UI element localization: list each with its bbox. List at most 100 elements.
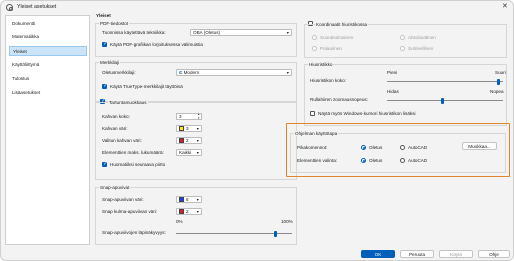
program-usage-section: Ohjelman käyttötapa Pikakomennot: Oletus… (290, 131, 506, 173)
settings-panel: Yleiset PDF-tiedostot Tuonnissa käytettä… (92, 13, 512, 247)
truetype-label: Käytä TrueType-merkkilajit täyttöinä (110, 83, 183, 89)
help-button[interactable]: Ohje (478, 250, 510, 258)
snap-line-color-value: 6 (186, 197, 189, 202)
selected-handle-color-value: 2 (186, 138, 189, 143)
zoom-speed-label: Rullahiiren zoomausnopeus: (310, 97, 368, 102)
snap-line-color-dropdown[interactable]: 6 ▼ (176, 196, 202, 203)
snap-angle-color-dropdown[interactable]: 2 ▼ (176, 208, 202, 215)
shortcuts-autocad-radio[interactable] (400, 145, 405, 150)
apply-button[interactable]: Käytä (439, 250, 473, 258)
chevron-down-icon: ▼ (195, 198, 200, 202)
speed-max-label: Nopea (490, 89, 504, 94)
chevron-down-icon: ▼ (195, 127, 200, 131)
coords-cartesian-radio[interactable] (312, 35, 317, 40)
element-limit-dropdown[interactable]: Kaikki ▼ (176, 149, 202, 156)
chevron-down-icon: ▼ (285, 71, 290, 75)
default-font-label: Oletusmerkkilaji: (102, 70, 136, 75)
pdf-cache-checkbox[interactable] (102, 41, 108, 47)
handle-color-value: 3 (186, 126, 189, 131)
sidebar-item-dokumentti[interactable]: Dokumentti (9, 19, 87, 29)
selection-autocad-radio[interactable] (400, 158, 405, 163)
snap-edit-section: Tartuntamuokkaus Kahvan koko: 3 ▲ ▼ Kahva… (95, 100, 297, 180)
coords-polar-radio[interactable] (312, 46, 317, 51)
selection-default-radio[interactable] (361, 158, 366, 163)
opacity-max-label: 100% (281, 219, 293, 224)
pdf-section: PDF-tiedostot Tuonnissa käytettävä tekni… (95, 21, 297, 57)
opacity-min-label: 0% (176, 219, 183, 224)
default-font-dropdown[interactable]: Ͼ Modern ▼ (176, 69, 292, 76)
element-limit-label: Elementtien maks. lukumäärä: (102, 150, 164, 155)
handle-size-label: Kahvan koko: (102, 114, 130, 119)
chevron-down-icon: ▼ (195, 210, 200, 214)
opacity-slider-thumb[interactable] (274, 230, 278, 237)
handle-size-spinner[interactable]: 3 ▲ ▼ (176, 113, 202, 120)
sidebar-item-tulostus[interactable]: Tulostus (9, 74, 87, 84)
snap-edit-title: Tartuntamuokkaus (108, 100, 148, 105)
cancel-button[interactable]: Peruuta (400, 250, 434, 258)
highlight-label: Huomatiiksi seuraava piirto (110, 161, 166, 167)
spinner-arrows-icon[interactable]: ▲ ▼ (197, 113, 200, 119)
coords-absolute-radio[interactable] (400, 35, 405, 40)
coords-relative-label: Suhteellinen (408, 45, 434, 51)
opacity-label: Snap-apuviivojen läpinäkyvyys: (102, 230, 166, 235)
shortcuts-default-radio[interactable] (361, 145, 366, 150)
crosshair-size-track[interactable] (387, 81, 503, 83)
ok-button[interactable]: OK (361, 250, 395, 258)
snap-aids-title: Snap-apuvivat (99, 185, 131, 190)
pdf-tech-label: Tuonnissa käytettävä tekniikka: (102, 30, 166, 35)
coords-title: Koordinaatit hiuristikossa (315, 22, 369, 27)
title-bar: Yleiset asetukset ✕ (1, 1, 513, 13)
font-section-title: Merkkilaji (99, 60, 121, 65)
chevron-down-icon: ▼ (195, 139, 200, 143)
close-icon[interactable]: ✕ (502, 2, 508, 10)
pdf-tech-dropdown[interactable]: OBA (Oletus) ▼ (190, 29, 292, 36)
zoom-speed-thumb[interactable] (441, 97, 444, 104)
zoom-speed-track[interactable] (387, 100, 503, 102)
shortcuts-autocad-label: AutoCAD (408, 144, 428, 150)
selected-handle-color-dropdown[interactable]: 2 ▼ (176, 137, 202, 144)
handle-size-value: 3 (179, 114, 182, 119)
element-limit-value: Kaikki (179, 150, 192, 155)
coords-polar-label: Polaarinen (320, 45, 342, 51)
snap-angle-color-swatch (179, 209, 184, 214)
handle-color-dropdown[interactable]: 3 ▼ (176, 125, 202, 132)
coords-absolute-label: Absoluuttinen (408, 34, 436, 40)
highlight-checkbox[interactable] (102, 161, 108, 167)
snap-angle-color-value: 2 (186, 209, 189, 214)
pdf-cache-label: Käytä PDF-grafiikan lorjoituksessa välim… (110, 41, 203, 47)
category-sidebar: Dokumentti Matematiikka Yleiset Käyttöli… (5, 15, 90, 245)
crosshair-title: Hiusristikko (308, 62, 334, 67)
settings-window: Yleiset asetukset ✕ Dokumentti Matematii… (0, 0, 514, 261)
crosshair-size-thumb[interactable] (497, 78, 500, 85)
coords-cartesian-label: Suorakulmainen (320, 34, 354, 40)
pdf-section-title: PDF-tiedostot (99, 21, 130, 26)
windows-cursor-checkbox[interactable] (310, 111, 315, 116)
sidebar-item-yleiset[interactable]: Yleiset (9, 46, 87, 56)
shortcuts-default-label: Oletus (369, 144, 383, 150)
panel-heading: Yleiset (96, 13, 111, 18)
pdf-tech-value: OBA (Oletus) (193, 30, 221, 35)
chevron-down-icon: ▼ (285, 31, 290, 35)
selected-handle-color-swatch (179, 138, 184, 143)
selection-default-label: Oletus (369, 157, 383, 163)
selection-label: Elementtien valinta: (297, 158, 338, 163)
shortcuts-label: Pikakomennot: (297, 145, 328, 150)
snap-aids-section: Snap-apuvivat Snap-apuviivan väri: 6 ▼ S… (95, 185, 297, 245)
selected-handle-color-label: Valitun kahvan väri: (102, 138, 142, 143)
size-max-label: Suuri (495, 70, 506, 75)
chevron-down-icon: ▼ (195, 151, 200, 155)
handle-color-swatch (179, 126, 184, 131)
program-usage-title: Ohjelman käyttötapa (294, 131, 339, 136)
sidebar-item-lisaasetukset[interactable]: Lisäasetukset (9, 88, 87, 98)
crosshair-size-label: Hiusristikon koko: (310, 78, 346, 83)
size-min-label: Pieni (387, 70, 398, 75)
coords-relative-radio[interactable] (400, 46, 405, 51)
sidebar-item-kayttoliittyma[interactable]: Käyttöliittymä (9, 60, 87, 70)
snap-angle-color-label: Snap kulma-apuviivan väri: (102, 209, 158, 214)
truetype-checkbox[interactable] (102, 83, 108, 89)
window-title: Yleiset asetukset (17, 4, 57, 10)
sidebar-item-matematiikka[interactable]: Matematiikka (9, 32, 87, 42)
windows-cursor-label: Näytä myös Windows-kursori hiusristikon … (318, 110, 416, 116)
crosshair-section: Hiusristikko Pieni Suuri Hiusristikon ko… (304, 62, 507, 126)
edit-shortcuts-button[interactable]: Muokkaa... (462, 142, 497, 150)
